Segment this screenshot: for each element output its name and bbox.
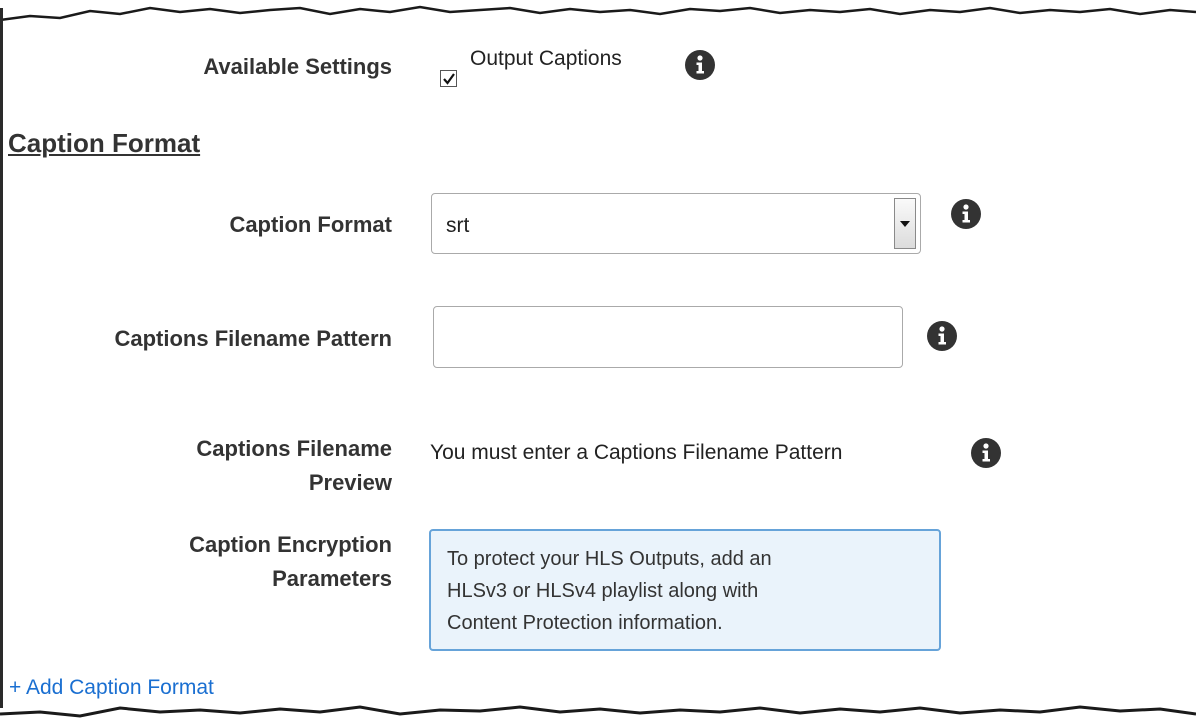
torn-edge-bottom: [0, 705, 1196, 718]
add-caption-format-link[interactable]: + Add Caption Format: [9, 675, 214, 701]
info-icon[interactable]: [926, 320, 958, 352]
filename-preview-label-line1: Captions Filename: [196, 436, 392, 461]
info-icon[interactable]: [950, 198, 982, 230]
left-border: [0, 8, 3, 708]
torn-edge-top: [0, 5, 1196, 22]
dropdown-arrow-button[interactable]: [894, 198, 916, 249]
caption-settings-panel: Available Settings Output Captions Capti…: [0, 0, 1196, 727]
encryption-label-line1: Caption Encryption: [189, 532, 392, 557]
output-captions-label: Output Captions: [470, 47, 622, 70]
notice-line-1: To protect your HLS Outputs, add an: [447, 548, 772, 570]
filename-preview-label-line2: Preview: [308, 470, 392, 495]
caption-format-select[interactable]: srt: [431, 193, 921, 254]
filename-pattern-input[interactable]: [433, 306, 903, 368]
available-settings-label: Available Settings: [203, 54, 392, 79]
filename-preview-text: You must enter a Captions Filename Patte…: [430, 441, 843, 464]
info-icon[interactable]: [684, 49, 716, 81]
caption-format-label: Caption Format: [229, 212, 392, 237]
checkmark-icon: [443, 73, 455, 85]
notice-line-3: Content Protection information.: [447, 612, 723, 634]
chevron-down-icon: [900, 221, 910, 227]
notice-line-2: HLSv3 or HLSv4 playlist along with: [447, 580, 759, 602]
encryption-notice: To protect your HLS Outputs, add an HLSv…: [429, 529, 941, 651]
encryption-label-line2: Parameters: [272, 566, 392, 591]
caption-format-selected-value: srt: [446, 214, 470, 237]
section-title-caption-format: Caption Format: [8, 128, 201, 158]
info-icon[interactable]: [970, 437, 1002, 469]
filename-pattern-label: Captions Filename Pattern: [114, 326, 392, 351]
output-captions-checkbox[interactable]: [440, 70, 457, 87]
